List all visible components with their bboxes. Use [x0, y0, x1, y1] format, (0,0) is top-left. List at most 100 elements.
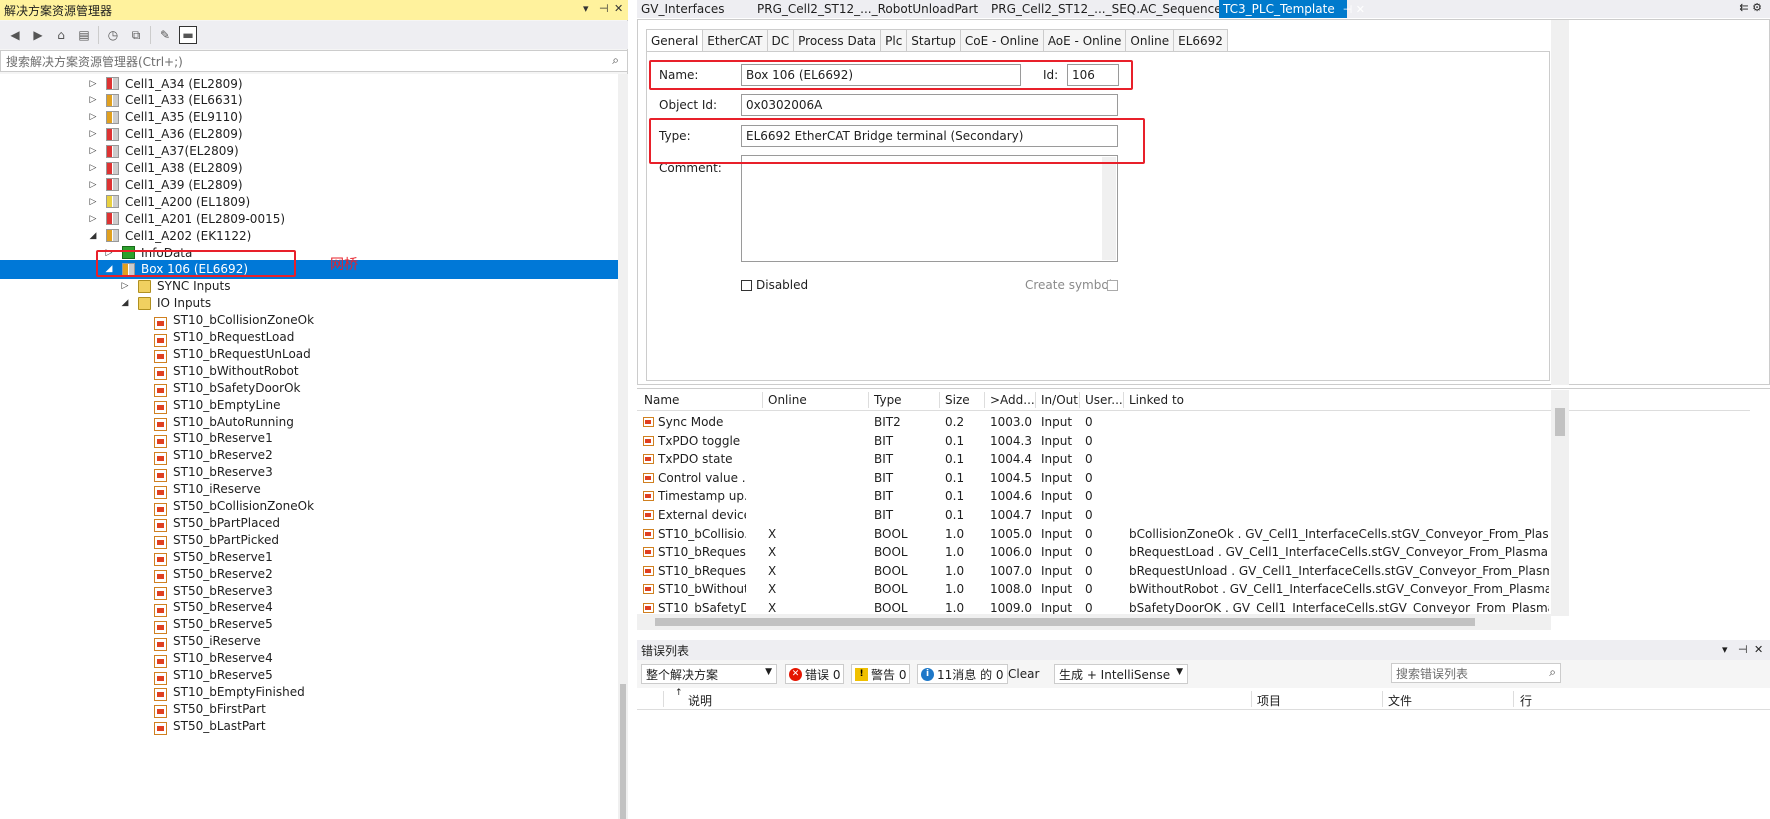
- property-tab[interactable]: CoE - Online: [959, 29, 1044, 51]
- properties-icon[interactable]: ✎: [156, 26, 174, 44]
- scope-select[interactable]: 整个解决方案 ▼: [641, 664, 777, 684]
- grid-column-header[interactable]: In/Out: [1041, 393, 1078, 407]
- close-icon[interactable]: ✕: [614, 2, 623, 15]
- column-separator[interactable]: [1123, 392, 1124, 408]
- close-tab-icon[interactable]: ⊣ ✕: [1343, 3, 1365, 16]
- search-icon[interactable]: ⌕: [612, 53, 619, 68]
- grid-horizontal-scrollbar[interactable]: [637, 614, 1551, 630]
- back-icon[interactable]: ◀: [6, 26, 24, 44]
- grid-column-header[interactable]: >Add...: [990, 393, 1035, 407]
- property-tab[interactable]: Plc: [880, 29, 908, 51]
- clear-button[interactable]: Clear: [1004, 664, 1043, 684]
- error-col-file[interactable]: 文件: [1388, 692, 1412, 709]
- warning-icon: !: [855, 667, 868, 681]
- expand-arrow-icon[interactable]: ▷: [88, 95, 98, 105]
- expand-arrow-icon[interactable]: ▷: [88, 79, 98, 89]
- column-separator[interactable]: [1079, 392, 1080, 408]
- build-filter-select[interactable]: 生成 + IntelliSense ▼: [1054, 664, 1188, 684]
- table-cell: 1004.3: [990, 433, 1032, 448]
- grid-column-header[interactable]: User...: [1085, 393, 1123, 407]
- document-tab[interactable]: TC3_PLC_Template ⊣ ✕: [1219, 0, 1365, 18]
- column-separator[interactable]: [868, 392, 869, 408]
- table-row[interactable]: Sync Mode BIT2 0.2 1003.0 Input 0: [637, 413, 1750, 431]
- table-row[interactable]: ST10_bWithout... X BOOL 1.0 1008.0 Input 0 bWit…: [637, 580, 1750, 598]
- property-tab[interactable]: AoE - Online: [1042, 29, 1127, 51]
- grid-column-header[interactable]: Size: [945, 393, 970, 407]
- expand-arrow-icon[interactable]: ▷: [88, 112, 98, 122]
- property-tab[interactable]: DC: [766, 29, 795, 51]
- comment-scrollbar[interactable]: [1102, 157, 1116, 260]
- expand-arrow-icon[interactable]: ▷: [88, 146, 98, 156]
- column-separator[interactable]: [1035, 392, 1036, 408]
- table-cell: 0: [1085, 433, 1093, 448]
- preview-icon[interactable]: ▬: [179, 26, 197, 44]
- create-symbols-checkbox[interactable]: [1107, 280, 1118, 291]
- column-separator[interactable]: [984, 392, 985, 408]
- table-cell: BIT: [874, 452, 894, 467]
- scrollbar-thumb[interactable]: [620, 684, 626, 819]
- grid-vertical-scrollbar[interactable]: [1551, 390, 1569, 616]
- property-tab[interactable]: Online: [1125, 29, 1175, 51]
- tree-item[interactable]: ST50_bLastPart: [0, 716, 618, 736]
- expand-arrow-icon[interactable]: ▷: [88, 163, 98, 173]
- table-row[interactable]: ST10_bReques... X BOOL 1.0 1006.0 Input 0 bRequ…: [637, 543, 1750, 561]
- table-row[interactable]: Timestamp up... BIT 0.1 1004.6 Input 0: [637, 487, 1750, 505]
- table-cell: BIT: [874, 433, 894, 448]
- tab-overflow-icon[interactable]: ⇇ ⚙: [1739, 1, 1762, 14]
- tree-scrollbar[interactable]: [618, 74, 628, 819]
- objectid-input[interactable]: 0x0302006A: [741, 94, 1118, 116]
- error-col-project[interactable]: 项目: [1257, 692, 1281, 709]
- disabled-checkbox[interactable]: [741, 280, 752, 291]
- scrollbar-thumb[interactable]: [655, 618, 1475, 626]
- table-row[interactable]: ST10_bCollisio... X BOOL 1.0 1005.0 Input 0 bCo…: [637, 525, 1750, 543]
- warnings-filter-button[interactable]: ! 警告 0: [851, 664, 911, 684]
- column-separator[interactable]: [939, 392, 940, 408]
- table-row[interactable]: TxPDO toggle BIT 0.1 1004.3 Input 0: [637, 432, 1750, 450]
- document-tab[interactable]: GV_Interfaces: [637, 0, 753, 18]
- column-separator[interactable]: [762, 392, 763, 408]
- search-icon[interactable]: ⌕: [1549, 665, 1556, 680]
- collapse-arrow-icon[interactable]: ◢: [88, 231, 98, 241]
- comment-textarea[interactable]: [741, 155, 1118, 262]
- expand-arrow-icon[interactable]: ▷: [88, 129, 98, 139]
- table-cell: 0: [1085, 489, 1093, 504]
- messages-filter-button[interactable]: i 11消息 的 0: [917, 664, 1008, 684]
- table-row[interactable]: External device... BIT 0.1 1004.7 Input 0: [637, 506, 1750, 524]
- expand-arrow-icon[interactable]: ▷: [88, 180, 98, 190]
- dropdown-icon[interactable]: ▾: [583, 2, 589, 15]
- table-row[interactable]: Control value ... BIT 0.1 1004.5 Input 0: [637, 469, 1750, 487]
- property-tab[interactable]: Process Data: [793, 29, 882, 51]
- forward-icon[interactable]: ▶: [29, 26, 47, 44]
- error-search-input[interactable]: 搜索错误列表 ⌕: [1391, 663, 1561, 683]
- document-tab[interactable]: PRG_Cell2_ST12_..._SEQ.AC_Sequence: [987, 0, 1222, 18]
- properties-scrollbar[interactable]: [1551, 20, 1569, 385]
- dropdown-icon[interactable]: ▾: [1722, 643, 1728, 656]
- grid-column-header[interactable]: Linked to: [1129, 393, 1184, 407]
- errors-filter-button[interactable]: ✕ 错误 0: [785, 664, 845, 684]
- grid-column-header[interactable]: Type: [874, 393, 902, 407]
- pin-icon[interactable]: ⊣: [1738, 643, 1748, 656]
- home-icon[interactable]: ⌂: [52, 26, 70, 44]
- switch-views-icon[interactable]: ▤: [75, 26, 93, 44]
- grid-column-header[interactable]: Name: [644, 393, 679, 407]
- property-tab[interactable]: Startup: [906, 29, 961, 51]
- history-icon[interactable]: ◷: [104, 26, 122, 44]
- error-col-line[interactable]: 行: [1520, 692, 1532, 709]
- expand-arrow-icon[interactable]: ▷: [120, 281, 130, 291]
- scrollbar-thumb[interactable]: [1555, 408, 1565, 436]
- table-row[interactable]: ST10_bReques... X BOOL 1.0 1007.0 Input 0 bRequ…: [637, 562, 1750, 580]
- expand-arrow-icon[interactable]: ▷: [88, 197, 98, 207]
- property-tab[interactable]: EtherCAT: [702, 29, 768, 51]
- grid-column-header[interactable]: Online: [768, 393, 807, 407]
- solution-explorer-search-input[interactable]: 搜索解决方案资源管理器(Ctrl+;) ⌕: [0, 50, 628, 72]
- pin-icon[interactable]: ⊣: [599, 2, 609, 15]
- table-row[interactable]: TxPDO state BIT 0.1 1004.4 Input 0: [637, 450, 1750, 468]
- property-tab[interactable]: EL6692: [1173, 29, 1228, 51]
- close-icon[interactable]: ✕: [1754, 643, 1763, 656]
- error-col-description[interactable]: 说明: [688, 692, 712, 709]
- expand-arrow-icon[interactable]: ▷: [88, 214, 98, 224]
- document-tab[interactable]: PRG_Cell2_ST12_..._RobotUnloadPart: [753, 0, 987, 18]
- collapse-all-icon[interactable]: ⧉: [127, 26, 145, 44]
- collapse-arrow-icon[interactable]: ◢: [120, 298, 130, 308]
- property-tab[interactable]: General: [646, 29, 704, 52]
